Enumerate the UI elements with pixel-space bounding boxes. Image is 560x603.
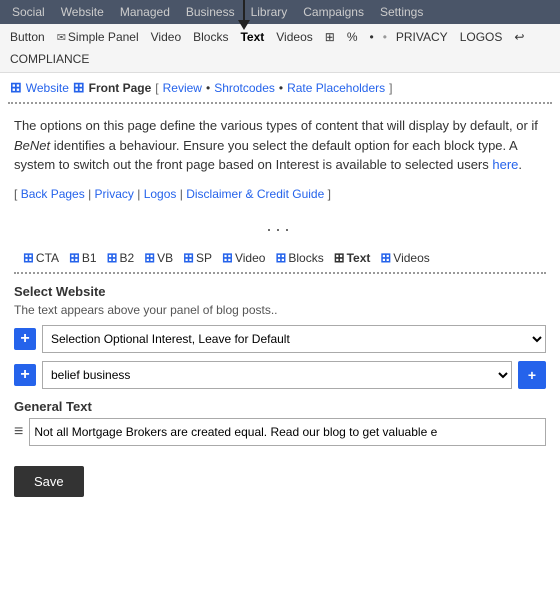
blocks-label: Blocks [288,251,323,265]
toolbar-undo[interactable]: ↩ [510,28,528,46]
hamburger-icon[interactable]: ≡ [14,423,23,441]
b2-plus-icon: ⊞ [107,250,118,266]
links-sep1: | [88,187,91,201]
block-tab-video[interactable]: ⊞ Video [219,248,268,268]
toolbar-logos[interactable]: LOGOS [456,28,507,46]
nav-library[interactable]: Library [243,0,296,24]
toolbar-button[interactable]: Button [6,28,49,46]
breadcrumb-bracket-open: [ [155,81,158,95]
breadcrumb-shrotcodes[interactable]: Shrotcodes [214,81,275,95]
toolbar-grid[interactable]: ⊞ [321,28,339,46]
dropdown1-row: + Selection Optional Interest, Leave for… [14,325,546,353]
breadcrumb-rate-placeholders[interactable]: Rate Placeholders [287,81,385,95]
links-bracket-close: ] [328,187,331,201]
nav-managed[interactable]: Managed [112,0,178,24]
logos-link[interactable]: Logos [144,187,177,201]
breadcrumb-website-plus: ⊞ [10,79,22,96]
toolbar-text[interactable]: Text [236,28,268,46]
toolbar-privacy[interactable]: PRIVACY [392,28,452,46]
breadcrumb-website[interactable]: Website [26,81,69,95]
breadcrumb-dot1: • [206,81,210,95]
disclaimer-link[interactable]: Disclaimer & Credit Guide [186,187,324,201]
privacy-link[interactable]: Privacy [95,187,134,201]
main-content: The options on this page define the vari… [0,104,560,509]
breadcrumb-bracket-close: ] [389,81,392,95]
block-tab-text[interactable]: ⊞ Text [331,248,374,268]
dropdown1-plus-button[interactable]: + [14,328,36,350]
b1-plus-icon: ⊞ [69,250,80,266]
general-text-row: ≡ [14,418,546,446]
here-link[interactable]: here [492,157,518,172]
block-tab-blocks[interactable]: ⊞ Blocks [272,248,326,268]
dropdown1-select[interactable]: Selection Optional Interest, Leave for D… [42,325,546,353]
nav-website[interactable]: Website [53,0,112,24]
add-button[interactable]: + [518,361,546,389]
envelope-icon: ✉ [57,31,66,44]
dropdown2-plus-button[interactable]: + [14,364,36,386]
general-text-title: General Text [14,399,546,414]
save-button[interactable]: Save [14,466,84,497]
toolbar-blocks[interactable]: Blocks [189,28,232,46]
links-sep3: | [180,187,183,201]
select-website-title: Select Website [14,284,546,299]
select-website-section: Select Website The text appears above yo… [14,284,546,389]
nav-business[interactable]: Business [178,0,243,24]
breadcrumb-dot2: • [279,81,283,95]
blocks-plus-icon: ⊞ [275,250,286,266]
breadcrumb-frontpage-plus: ⊞ [73,79,85,96]
links-row: [ Back Pages | Privacy | Logos | Disclai… [14,187,546,201]
block-tab-videos[interactable]: ⊞ Videos [377,248,432,268]
videos-label: Videos [393,251,429,265]
select-website-desc: The text appears above your panel of blo… [14,303,546,317]
vb-label: VB [157,251,173,265]
dropdown2-select[interactable]: belief business [42,361,512,389]
block-tab-b2[interactable]: ⊞ B2 [104,248,138,268]
sp-plus-icon: ⊞ [183,250,194,266]
toolbar: Button ✉ Simple Panel Video Blocks Text … [0,24,560,73]
benet-italic: BeNet [14,138,50,153]
toolbar-simple-panel[interactable]: ✉ Simple Panel [53,28,143,46]
text-plus-icon: ⊞ [334,250,345,266]
toolbar-percent[interactable]: % [343,28,362,46]
block-tab-b1[interactable]: ⊞ B1 [66,248,100,268]
save-section: Save [14,466,546,497]
nav-campaigns[interactable]: Campaigns [295,0,372,24]
videos-plus-icon: ⊞ [380,250,391,266]
video-label: Video [235,251,265,265]
toolbar-sep1: • [382,30,388,44]
toolbar-video[interactable]: Video [147,28,185,46]
toolbar-bullet[interactable]: • [365,28,377,46]
text-label: Text [347,251,371,265]
block-tab-sp[interactable]: ⊞ SP [180,248,215,268]
links-bracket-open: [ [14,187,17,201]
back-pages-link[interactable]: Back Pages [21,187,85,201]
toolbar-compliance[interactable]: COMPLIANCE [6,50,93,68]
block-tabs: ⊞ CTA ⊞ B1 ⊞ B2 ⊞ VB ⊞ SP ⊞ Video ⊞ Bloc… [14,244,546,274]
description-text: The options on this page define the vari… [14,116,546,175]
vb-plus-icon: ⊞ [144,250,155,266]
ellipsis: ... [14,215,546,236]
top-navigation: Social Website Managed Business Library … [0,0,560,24]
sp-label: SP [196,251,212,265]
block-tab-vb[interactable]: ⊞ VB [141,248,176,268]
block-tab-cta[interactable]: ⊞ CTA [20,248,62,268]
b1-label: B1 [82,251,97,265]
toolbar-videos[interactable]: Videos [272,28,316,46]
nav-social[interactable]: Social [4,0,53,24]
cta-plus-icon: ⊞ [23,250,34,266]
nav-settings[interactable]: Settings [372,0,431,24]
dropdown2-row: + belief business + [14,361,546,389]
video-plus-icon: ⊞ [222,250,233,266]
breadcrumb: ⊞ Website ⊞ Front Page [ Review • Shrotc… [0,73,560,102]
cta-label: CTA [36,251,59,265]
links-sep2: | [137,187,140,201]
general-text-section: General Text ≡ [14,399,546,446]
b2-label: B2 [120,251,135,265]
general-text-input[interactable] [29,418,546,446]
breadcrumb-front-page[interactable]: Front Page [89,81,152,95]
breadcrumb-review[interactable]: Review [163,81,202,95]
